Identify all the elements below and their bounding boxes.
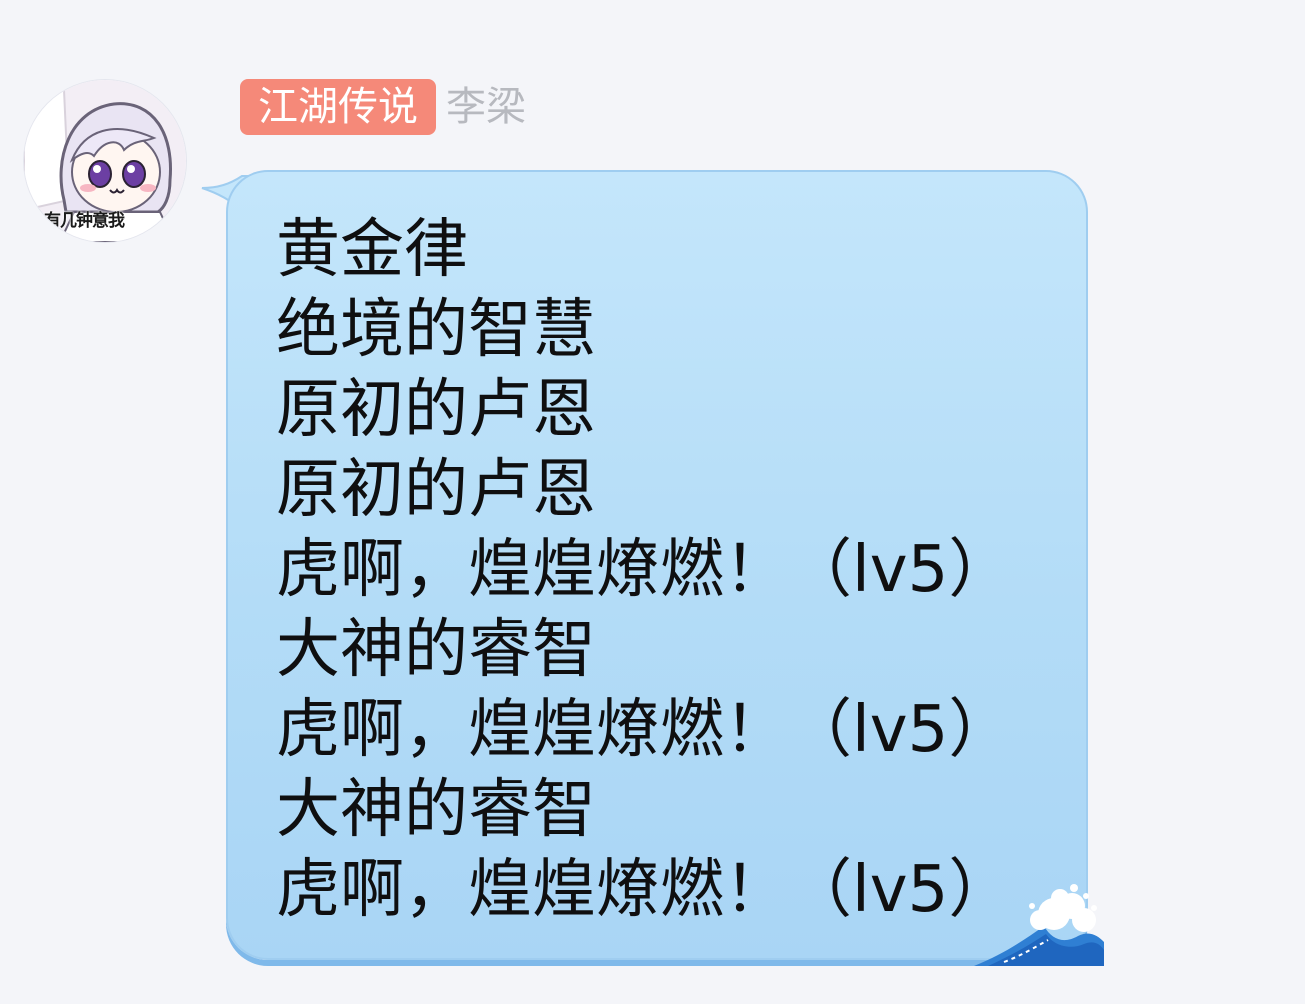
wave-icon	[974, 884, 1104, 966]
avatar[interactable]: 有几钟意我	[24, 80, 186, 242]
avatar-caption: 有几钟意我	[44, 211, 125, 231]
message-line: 大神的睿智	[276, 773, 596, 847]
message-line: 原初的卢恩	[276, 373, 596, 447]
message-line: 虎啊，煌煌燎燃！（lv5）	[276, 853, 1013, 927]
message-line: 黄金律	[276, 213, 468, 287]
message-text: 黄金律 绝境的智慧 原初的卢恩 原初的卢恩 虎啊，煌煌燎燃！（lv5） 大神的睿…	[276, 210, 1012, 930]
message-line: 绝境的智慧	[276, 293, 596, 367]
title-badge[interactable]: 江湖传说	[240, 79, 436, 135]
message-line: 原初的卢恩	[276, 453, 596, 527]
message-line: 虎啊，煌煌燎燃！（lv5）	[276, 533, 1013, 607]
message-line: 虎啊，煌煌燎燃！（lv5）	[276, 693, 1013, 767]
message-bubble[interactable]: 黄金律 绝境的智慧 原初的卢恩 原初的卢恩 虎啊，煌煌燎燃！（lv5） 大神的睿…	[226, 170, 1104, 966]
message-header: 江湖传说 李梁	[240, 79, 526, 135]
message-line: 大神的睿智	[276, 613, 596, 687]
sender-nickname[interactable]: 李梁	[446, 79, 526, 135]
